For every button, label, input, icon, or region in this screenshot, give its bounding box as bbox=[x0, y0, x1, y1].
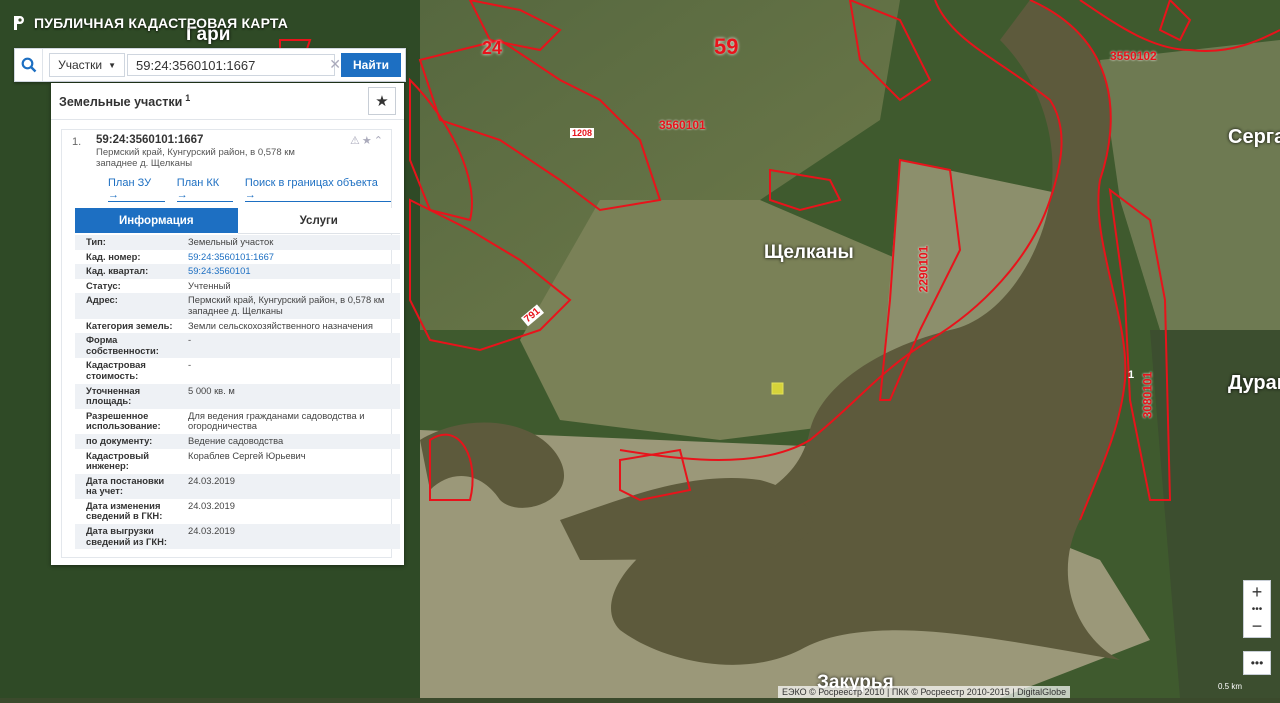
row-key: Тип: bbox=[75, 235, 182, 250]
table-row: Кадастровая стоимость: - bbox=[75, 358, 400, 383]
table-row: Адрес: Пермский край, Кунгурский район, в… bbox=[75, 293, 400, 319]
row-value: 24.03.2019 bbox=[182, 524, 400, 550]
search-in-bounds-link[interactable]: Поиск в границах объекта → bbox=[244, 177, 391, 202]
parcel-label-1: 1 bbox=[1128, 369, 1135, 381]
row-key: Форма собственности: bbox=[75, 333, 182, 359]
panel-title: Земельные участки 1 bbox=[59, 92, 191, 110]
card-links: План ЗУ → План КК → Поиск в границах объ… bbox=[108, 177, 391, 202]
more-tools: ••• bbox=[1243, 651, 1271, 675]
row-value: Пермский край, Кунгурский район, в 0,578… bbox=[182, 293, 400, 319]
district-number-24: 24 bbox=[482, 38, 503, 58]
plan-zu-link[interactable]: План ЗУ → bbox=[108, 177, 165, 202]
row-value: 5 000 кв. м bbox=[182, 383, 400, 409]
table-row: Кад. номер: 59:24:3560101:1667 bbox=[75, 250, 400, 265]
quarter-label-3560101: 3560101 bbox=[659, 118, 706, 132]
row-value: Ведение садоводства bbox=[182, 433, 400, 449]
tab-information[interactable]: Информация bbox=[75, 208, 238, 233]
table-row: по документу: Ведение садоводства bbox=[75, 433, 400, 449]
tab-services[interactable]: Услуги bbox=[237, 208, 400, 234]
object-type-label: Участки bbox=[58, 58, 103, 72]
quarter-label-3080101: 3080101 bbox=[1140, 371, 1155, 419]
result-count: 1 bbox=[185, 92, 191, 103]
row-value: 24.03.2019 bbox=[182, 473, 400, 499]
more-icon[interactable]: ••• bbox=[1244, 652, 1270, 674]
selected-parcel[interactable] bbox=[771, 382, 784, 395]
table-row: Разрешенное использование: Для ведения гр… bbox=[75, 409, 400, 434]
zoom-in-button[interactable]: + bbox=[1244, 581, 1270, 603]
table-row: Категория земель: Земли сельскохозяйствен… bbox=[75, 319, 400, 334]
search-icon[interactable] bbox=[15, 49, 44, 81]
scale-bar: 0.5 km bbox=[1218, 682, 1243, 691]
chevron-up-icon[interactable]: ⌃ bbox=[374, 135, 385, 147]
zoom-out-button[interactable]: − bbox=[1244, 615, 1270, 637]
table-row: Дата изменения сведений в ГКН: 24.03.2019 bbox=[75, 499, 400, 524]
table-row: Кад. квартал: 59:24:3560101 bbox=[75, 264, 400, 279]
row-key: Кад. номер: bbox=[86, 250, 141, 262]
row-value: Учтенный bbox=[188, 279, 231, 291]
warning-icon[interactable]: ⚠ bbox=[350, 135, 362, 147]
favorites-star-icon[interactable]: ★ bbox=[368, 87, 396, 115]
plan-kk-link[interactable]: План КК → bbox=[176, 177, 233, 202]
results-panel: Земельные участки 1 ★ 1. 59:24:3560101:16… bbox=[51, 83, 404, 565]
row-value: Земли сельскохозяйственного назначения bbox=[188, 319, 373, 331]
place-label-durak: Дурак bbox=[1228, 372, 1280, 394]
table-row: Дата постановки на учет: 24.03.2019 bbox=[75, 473, 400, 499]
card-tools: ⚠★⌃ bbox=[350, 134, 385, 147]
place-label-shchelkany: Щелканы bbox=[764, 242, 854, 263]
info-table: Тип: Земельный участок Кад. номер: 59:24:3… bbox=[75, 235, 400, 550]
row-key: Уточненная площадь: bbox=[75, 383, 182, 409]
parcel-label-1208: 1208 bbox=[570, 128, 595, 138]
row-value: Кораблев Сергей Юрьевич bbox=[188, 449, 306, 461]
chevron-down-icon: ▼ bbox=[108, 60, 117, 70]
row-value: Земельный участок bbox=[182, 235, 400, 250]
app-header: ПУБЛИЧНАЯ КАДАСТРОВАЯ КАРТА bbox=[12, 14, 288, 32]
row-value: - bbox=[188, 359, 192, 371]
clear-icon[interactable]: ✕ bbox=[329, 56, 341, 73]
result-number: 1. bbox=[72, 136, 82, 148]
row-key: Кад. квартал: bbox=[75, 264, 182, 279]
find-button[interactable]: Найти bbox=[341, 53, 401, 77]
zoom-levels-icon[interactable]: ••• bbox=[1244, 603, 1270, 615]
row-value[interactable]: 59:24:3560101:1667 bbox=[182, 250, 400, 265]
table-row: Статус: Учтенный bbox=[75, 279, 400, 294]
row-key: Кадастровая стоимость: bbox=[86, 359, 146, 381]
result-cad-number[interactable]: 59:24:3560101:1667 bbox=[96, 134, 311, 146]
row-key: Статус: bbox=[86, 279, 121, 291]
panel-header: Земельные участки 1 ★ bbox=[51, 83, 404, 120]
table-row: Форма собственности: - bbox=[75, 333, 400, 359]
row-key: Категория земель: bbox=[86, 319, 173, 331]
row-key: Дата выгрузки сведений из ГКН: bbox=[75, 524, 182, 550]
row-key: Дата изменения сведений в ГКН: bbox=[86, 499, 163, 522]
object-type-select[interactable]: Участки ▼ bbox=[49, 53, 126, 77]
result-card: 1. 59:24:3560101:1667 Пермский край, Кун… bbox=[61, 129, 400, 558]
quarter-label-3550102: 3550102 bbox=[1110, 49, 1157, 63]
row-key: Дата постановки на учет: bbox=[75, 473, 182, 499]
place-label-serga: Серга bbox=[1228, 126, 1280, 148]
card-tabs: Информация Услуги bbox=[75, 208, 400, 234]
row-value: 24.03.2019 bbox=[188, 499, 235, 511]
row-key: Кадастровый инженер: bbox=[86, 449, 150, 472]
table-row: Тип: Земельный участок bbox=[75, 235, 400, 250]
row-value[interactable]: 59:24:3560101 bbox=[182, 264, 400, 279]
star-icon[interactable]: ★ bbox=[362, 135, 374, 147]
row-key: по документу: bbox=[75, 433, 182, 449]
zoom-control: + ••• − bbox=[1243, 580, 1271, 638]
app-title: ПУБЛИЧНАЯ КАДАСТРОВАЯ КАРТА bbox=[34, 15, 289, 31]
table-row: Дата выгрузки сведений из ГКН: 24.03.2019 bbox=[75, 524, 400, 550]
quarter-label-2290101: 2290101 bbox=[916, 245, 931, 293]
row-value: Для ведения гражданами садоводства и ого… bbox=[188, 409, 365, 432]
row-key: Адрес: bbox=[75, 293, 182, 319]
pkk-logo-icon bbox=[14, 16, 24, 30]
search-bar: Участки ▼ ✕ Найти bbox=[14, 48, 406, 82]
region-number-59: 59 bbox=[714, 34, 739, 59]
table-row: Кадастровый инженер: Кораблев Сергей Юрье… bbox=[75, 449, 400, 474]
search-input[interactable] bbox=[127, 54, 336, 76]
row-value: - bbox=[182, 333, 400, 359]
map-attribution: ЕЭКО © Росреестр 2010 | ПКК © Росреестр … bbox=[778, 686, 1071, 698]
result-address: Пермский край, Кунгурский район, в 0,578… bbox=[96, 147, 295, 169]
row-key: Разрешенное использование: bbox=[86, 409, 161, 432]
table-row: Уточненная площадь: 5 000 кв. м bbox=[75, 383, 400, 409]
